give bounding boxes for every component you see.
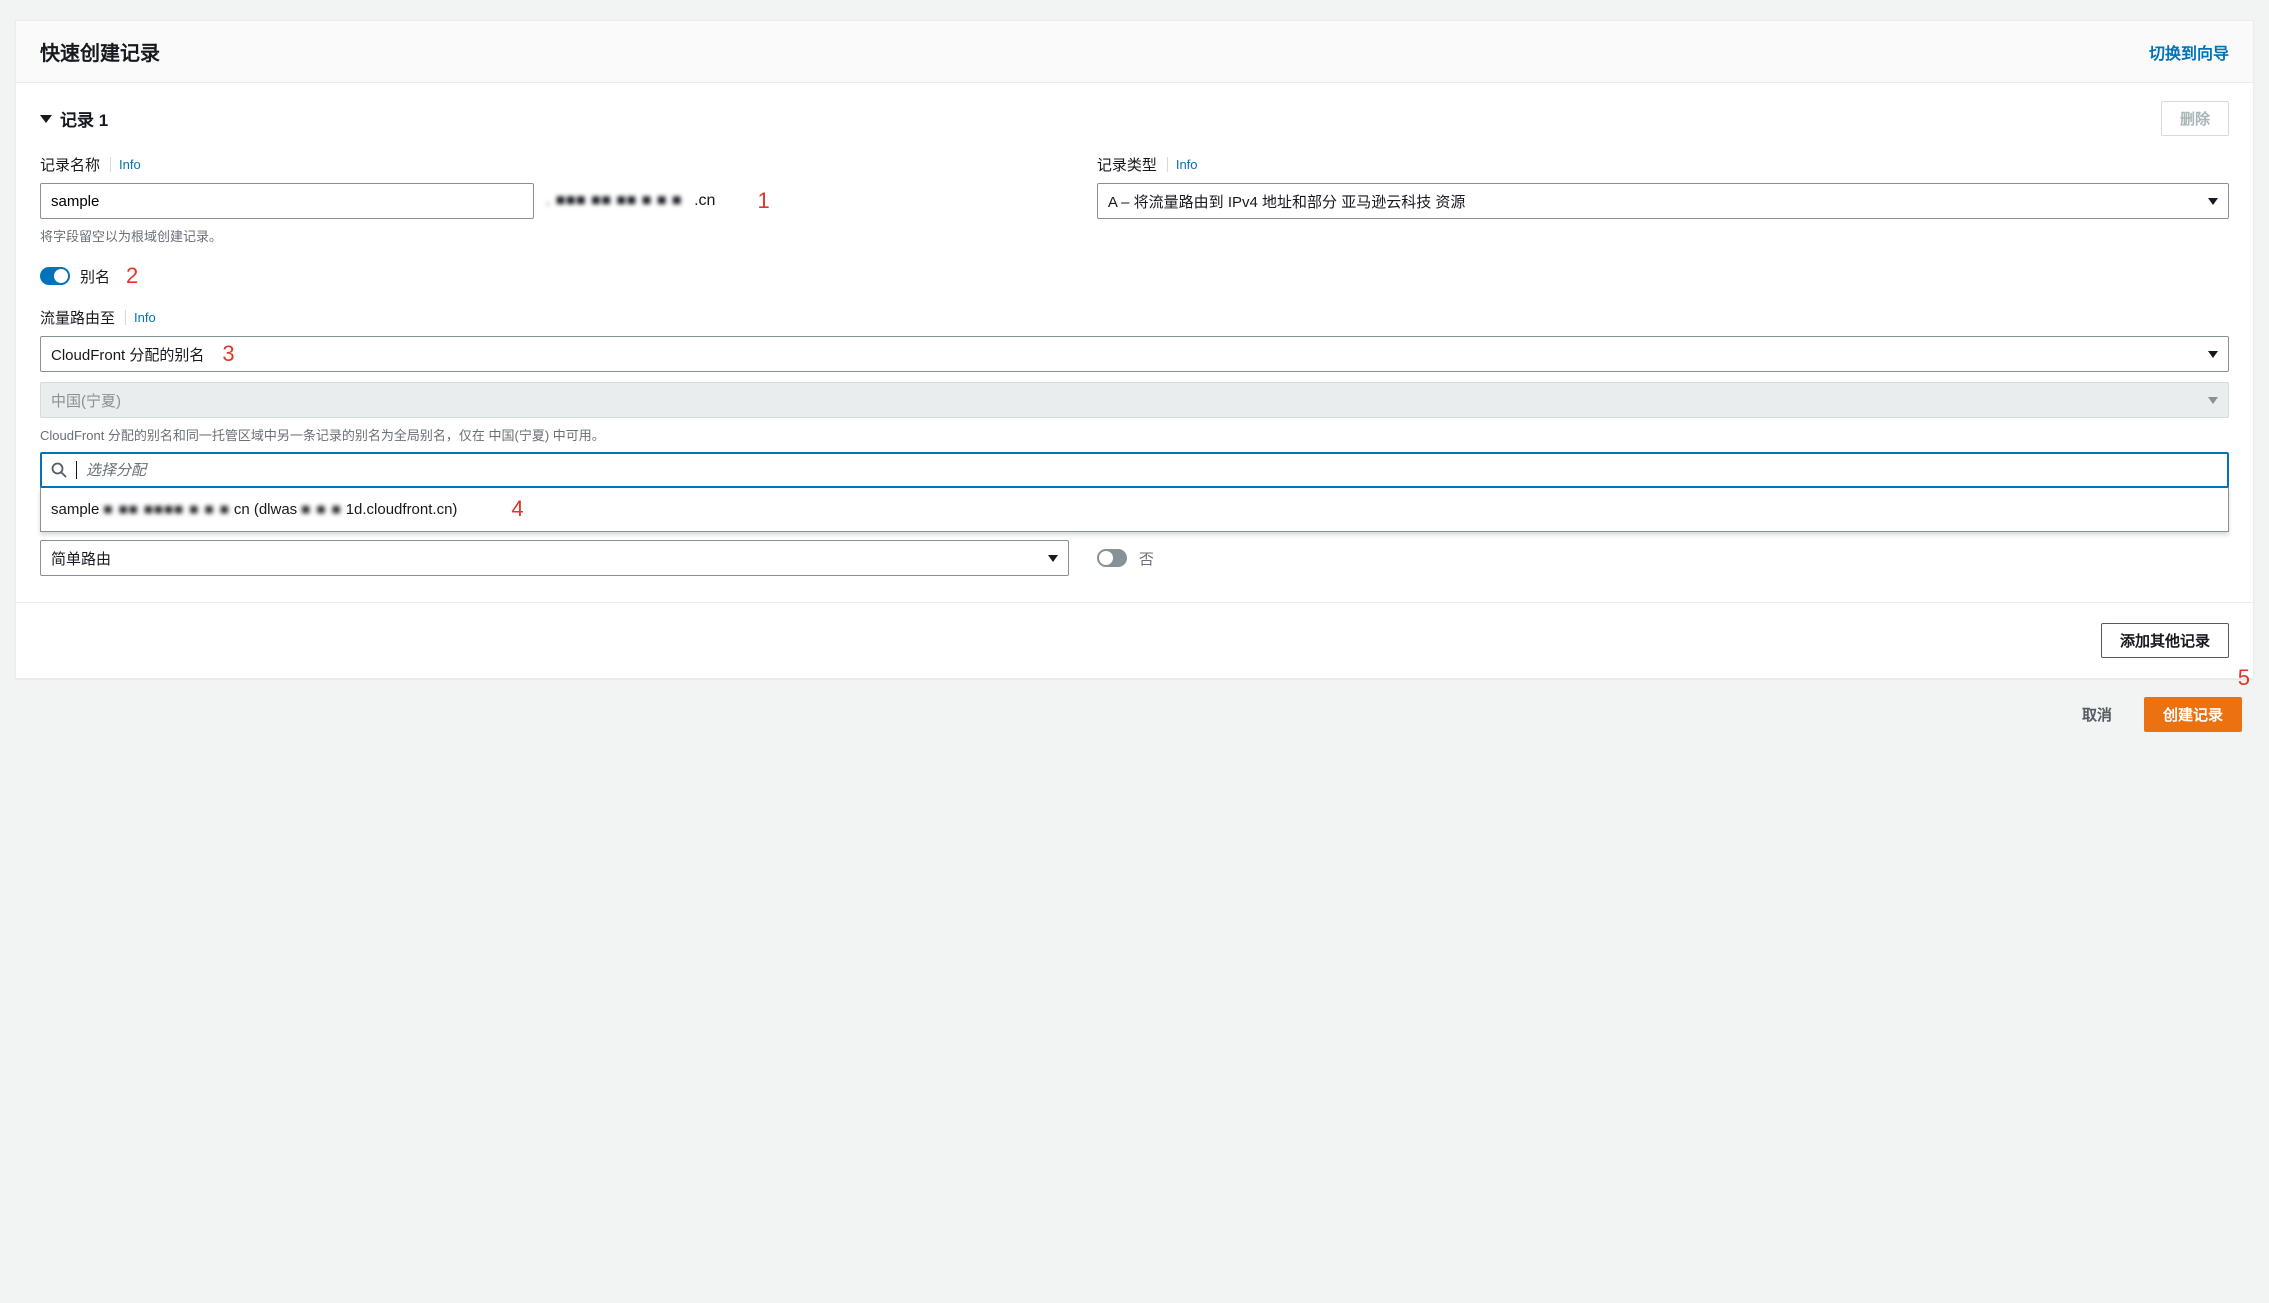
cancel-button[interactable]: 取消 bbox=[2064, 698, 2130, 731]
record-type-label: 记录类型 bbox=[1097, 154, 1157, 175]
annotation-3: 3 bbox=[222, 341, 234, 367]
record-name-label: 记录名称 bbox=[40, 154, 100, 175]
quick-create-panel: 快速创建记录 切换到向导 记录 1 删除 记录名称 Info bbox=[15, 20, 2254, 679]
panel-title: 快速创建记录 bbox=[40, 37, 160, 66]
delete-record-button[interactable]: 删除 bbox=[2161, 101, 2229, 136]
chevron-down-icon bbox=[1048, 555, 1058, 562]
distribution-search-input[interactable] bbox=[86, 454, 2218, 486]
distribution-search-combo[interactable] bbox=[40, 452, 2229, 488]
evaluate-health-toggle[interactable] bbox=[1097, 549, 1127, 567]
region-select: 中国(宁夏) bbox=[40, 382, 2229, 418]
page-footer: 5 取消 创建记录 bbox=[15, 679, 2254, 736]
evaluate-health-value: 否 bbox=[1139, 548, 1154, 569]
record-name-input[interactable] bbox=[40, 183, 534, 219]
option-blur: ■ ■■ ■■■■ ■ ■ ■ bbox=[103, 501, 229, 518]
annotation-4: 4 bbox=[511, 496, 523, 522]
panel-footer: 添加其他记录 bbox=[16, 602, 2253, 678]
domain-suffix-visible: .cn bbox=[694, 192, 715, 210]
triangle-down-icon bbox=[40, 115, 52, 123]
option-suffix: 1d.cloudfront.cn) bbox=[346, 501, 458, 518]
routing-policy-value: 简单路由 bbox=[51, 548, 111, 569]
chevron-down-icon bbox=[2208, 397, 2218, 404]
chevron-down-icon bbox=[2208, 198, 2218, 205]
add-another-record-button[interactable]: 添加其他记录 bbox=[2101, 623, 2229, 658]
region-value: 中国(宁夏) bbox=[51, 390, 121, 411]
endpoint-type-select[interactable]: CloudFront 分配的别名 3 bbox=[40, 336, 2229, 372]
panel-header: 快速创建记录 切换到向导 bbox=[16, 21, 2253, 83]
routing-policy-select[interactable]: 简单路由 bbox=[40, 540, 1069, 576]
chevron-down-icon bbox=[2208, 351, 2218, 358]
distribution-option[interactable]: sample ■ ■■ ■■■■ ■ ■ ■ cn (dlwas ■ ■ ■ 1… bbox=[41, 487, 2228, 531]
record-type-info-link[interactable]: Info bbox=[1167, 157, 1198, 172]
record-type-value: A – 将流量路由到 IPv4 地址和部分 亚马逊云科技 资源 bbox=[1108, 191, 1466, 212]
region-note: CloudFront 分配的别名和同一托管区域中另一条记录的别名为全局别名，仅在… bbox=[40, 425, 2229, 444]
option-prefix: sample bbox=[51, 501, 99, 518]
option-mid: cn (dlwas bbox=[234, 501, 297, 518]
annotation-5: 5 bbox=[2238, 665, 2250, 691]
search-icon bbox=[51, 462, 67, 478]
route-to-label: 流量路由至 bbox=[40, 307, 115, 328]
record-section-title: 记录 1 bbox=[60, 106, 108, 131]
annotation-1: 1 bbox=[757, 188, 769, 214]
record-collapse-toggle[interactable]: 记录 1 bbox=[40, 106, 108, 131]
domain-suffix-blur: . ■■■ ■■ ■■ ■ ■ ■ bbox=[546, 192, 682, 210]
record-type-select[interactable]: A – 将流量路由到 IPv4 地址和部分 亚马逊云科技 资源 bbox=[1097, 183, 2229, 219]
switch-to-wizard-link[interactable]: 切换到向导 bbox=[2149, 40, 2229, 64]
annotation-2: 2 bbox=[126, 263, 138, 289]
alias-label: 别名 bbox=[80, 266, 110, 287]
option-blur2: ■ ■ ■ bbox=[301, 501, 342, 518]
record-name-info-link[interactable]: Info bbox=[110, 157, 141, 172]
alias-toggle[interactable] bbox=[40, 267, 70, 285]
record-name-helper: 将字段留空以为根域创建记录。 bbox=[40, 226, 1069, 245]
create-records-button[interactable]: 创建记录 bbox=[2144, 697, 2242, 732]
distribution-dropdown: sample ■ ■■ ■■■■ ■ ■ ■ cn (dlwas ■ ■ ■ 1… bbox=[40, 487, 2229, 532]
route-to-info-link[interactable]: Info bbox=[125, 310, 156, 325]
record-header: 记录 1 删除 bbox=[40, 101, 2229, 136]
endpoint-type-value: CloudFront 分配的别名 bbox=[51, 344, 204, 365]
